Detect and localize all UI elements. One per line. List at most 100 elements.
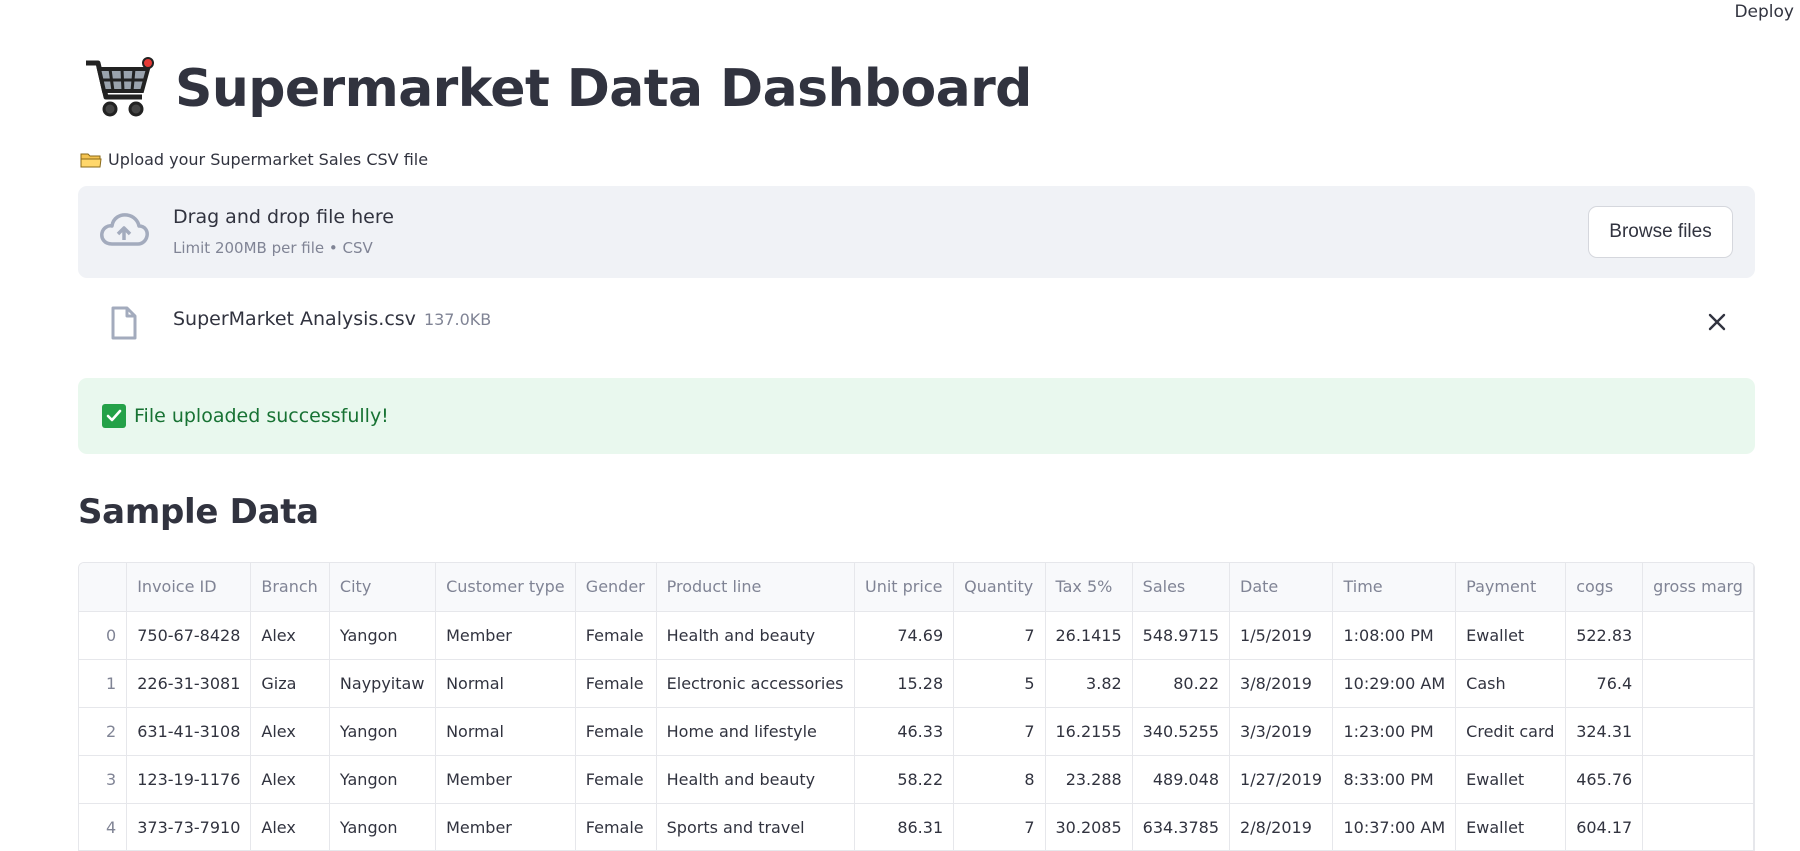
table-cell[interactable]: 8:33:00 PM [1332,755,1457,804]
table-cell[interactable]: 23.288 [1045,755,1133,804]
table-cell[interactable]: 86.31 [854,803,955,850]
table-cell[interactable]: 58.22 [854,755,955,804]
table-cell[interactable]: 3.82 [1045,659,1133,708]
table-cell[interactable]: Sports and travel [656,803,855,850]
column-header[interactable]: Quantity [953,563,1046,612]
browse-files-button[interactable]: Browse files [1588,206,1733,258]
table-row[interactable]: 0 750-67-8428 Alex Yangon Member Female Health… [79,611,1754,660]
table-cell[interactable]: Credit card [1455,707,1567,756]
row-index-cell[interactable]: 0 [79,611,128,660]
remove-file-button[interactable] [1705,310,1729,334]
table-cell[interactable]: 15.28 [854,659,955,708]
table-cell[interactable]: Alex [250,611,330,660]
table-cell[interactable]: 10:29:00 AM [1332,659,1457,708]
table-cell[interactable]: 76.4 [1565,659,1644,708]
column-header[interactable]: Tax 5% [1045,563,1133,612]
table-cell[interactable]: 7 [953,707,1046,756]
table-cell[interactable]: 80.22 [1132,659,1231,708]
table-cell[interactable]: Female [575,803,657,850]
table-cell[interactable]: 634.3785 [1132,803,1231,850]
table-cell[interactable]: Home and lifestyle [656,707,855,756]
row-index-cell[interactable]: 3 [79,755,128,804]
column-header-index[interactable] [79,563,128,612]
table-cell[interactable]: Giza [250,659,330,708]
row-index-cell[interactable]: 1 [79,659,128,708]
table-cell[interactable]: Normal [435,707,576,756]
table-cell[interactable]: 1/27/2019 [1229,755,1334,804]
table-cell[interactable] [1642,611,1754,660]
table-cell[interactable]: Health and beauty [656,755,855,804]
table-cell[interactable]: 3/8/2019 [1229,659,1334,708]
table-cell[interactable]: Electronic accessories [656,659,855,708]
column-header[interactable]: Unit price [854,563,955,612]
table-cell[interactable]: Health and beauty [656,611,855,660]
table-cell[interactable]: Female [575,659,657,708]
table-cell[interactable]: 522.83 [1565,611,1644,660]
table-cell[interactable]: 7 [953,803,1046,850]
row-index-cell[interactable]: 4 [79,803,128,850]
table-cell[interactable] [1642,659,1754,708]
file-dropzone[interactable]: Drag and drop file here Limit 200MB per … [78,186,1755,278]
table-cell[interactable]: Normal [435,659,576,708]
table-cell[interactable]: Member [435,611,576,660]
table-cell[interactable]: 750-67-8428 [126,611,252,660]
row-index-cell[interactable]: 2 [79,707,128,756]
table-cell[interactable]: 3/3/2019 [1229,707,1334,756]
table-row[interactable]: 3 123-19-1176 Alex Yangon Member Female Health… [79,755,1754,804]
table-cell[interactable]: 631-41-3108 [126,707,252,756]
table-row[interactable]: 2 631-41-3108 Alex Yangon Normal Female Home a… [79,707,1754,756]
table-cell[interactable]: 30.2085 [1045,803,1133,850]
column-header[interactable]: Time [1332,563,1457,612]
table-cell[interactable]: 5 [953,659,1046,708]
table-row[interactable]: 4 373-73-7910 Alex Yangon Member Female Sports… [79,803,1754,850]
column-header[interactable]: Payment [1455,563,1567,612]
table-cell[interactable]: Female [575,755,657,804]
table-cell[interactable] [1642,803,1754,850]
column-header[interactable]: Invoice ID [126,563,252,612]
table-cell[interactable]: 123-19-1176 [126,755,252,804]
column-header[interactable]: Customer type [435,563,576,612]
table-cell[interactable]: Member [435,755,576,804]
table-cell[interactable]: 340.5255 [1132,707,1231,756]
table-cell[interactable]: Alex [250,707,330,756]
table-cell[interactable]: 46.33 [854,707,955,756]
table-cell[interactable]: Yangon [329,755,437,804]
table-cell[interactable]: Cash [1455,659,1567,708]
table-cell[interactable]: 8 [953,755,1046,804]
deploy-button[interactable]: Deploy [1728,0,1800,24]
column-header[interactable]: cogs [1565,563,1644,612]
table-cell[interactable]: Alex [250,755,330,804]
table-cell[interactable]: 373-73-7910 [126,803,252,850]
table-cell[interactable]: Naypyitaw [329,659,437,708]
table-cell[interactable]: Alex [250,803,330,850]
table-cell[interactable]: 1:23:00 PM [1332,707,1457,756]
table-cell[interactable] [1642,707,1754,756]
table-cell[interactable]: Ewallet [1455,755,1567,804]
table-cell[interactable]: 1:08:00 PM [1332,611,1457,660]
table-cell[interactable]: Female [575,707,657,756]
table-cell[interactable]: 26.1415 [1045,611,1133,660]
column-header[interactable]: Branch [250,563,330,612]
column-header[interactable]: Gender [575,563,657,612]
table-cell[interactable]: Yangon [329,803,437,850]
table-cell[interactable] [1642,755,1754,804]
table-cell[interactable]: 74.69 [854,611,955,660]
table-row[interactable]: 1 226-31-3081 Giza Naypyitaw Normal Female Ele… [79,659,1754,708]
table-cell[interactable]: Yangon [329,707,437,756]
table-cell[interactable]: 7 [953,611,1046,660]
column-header[interactable]: Date [1229,563,1334,612]
column-header[interactable]: gross marg [1642,563,1754,612]
table-cell[interactable]: 226-31-3081 [126,659,252,708]
column-header[interactable]: Product line [656,563,855,612]
table-cell[interactable]: 604.17 [1565,803,1644,850]
table-cell[interactable]: Ewallet [1455,803,1567,850]
column-header[interactable]: Sales [1132,563,1231,612]
table-cell[interactable]: 465.76 [1565,755,1644,804]
table-cell[interactable]: Ewallet [1455,611,1567,660]
table-cell[interactable]: 489.048 [1132,755,1231,804]
column-header[interactable]: City [329,563,437,612]
table-cell[interactable]: 10:37:00 AM [1332,803,1457,850]
table-cell[interactable]: 1/5/2019 [1229,611,1334,660]
table-cell[interactable]: Female [575,611,657,660]
table-cell[interactable]: Yangon [329,611,437,660]
